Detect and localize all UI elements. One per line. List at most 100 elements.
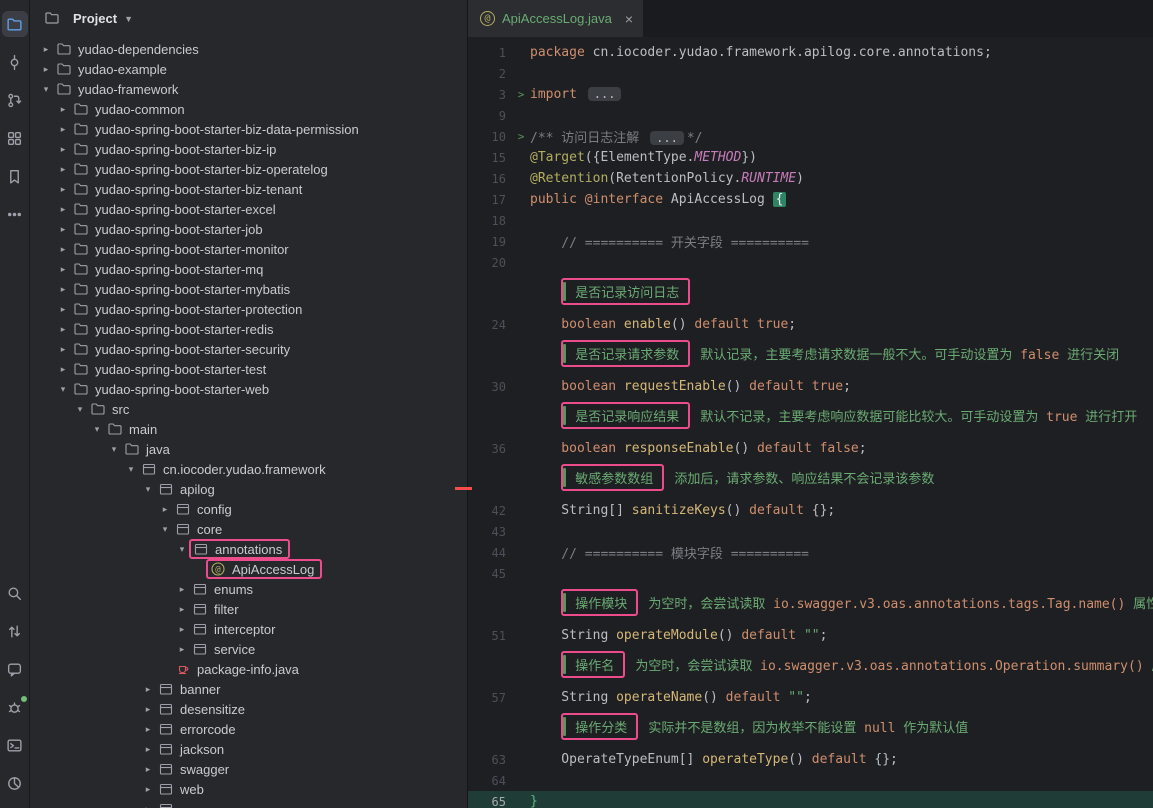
editor-tab-apiaccesslog[interactable]: @ ApiAccessLog.java × <box>468 0 643 37</box>
code-line-42[interactable]: 42 String[] sanitizeKeys() default {}; <box>468 500 1153 521</box>
chevron-expanded-icon[interactable]: ▾ <box>123 464 139 475</box>
chevron-collapsed-icon[interactable]: ▸ <box>55 184 71 195</box>
code-line-43[interactable]: 43 <box>468 521 1153 542</box>
tree-item-src[interactable]: ▾src <box>30 399 467 419</box>
more-tool-icon[interactable] <box>2 201 28 227</box>
code-line-36[interactable]: 36 boolean responseEnable() default fals… <box>468 438 1153 459</box>
tree-item-service[interactable]: ▸service <box>30 639 467 659</box>
chevron-collapsed-icon[interactable]: ▸ <box>55 244 71 255</box>
chevron-collapsed-icon[interactable]: ▸ <box>140 804 156 808</box>
code-line-44[interactable]: 44 // ========== 模块字段 ========== <box>468 542 1153 563</box>
chevron-expanded-icon[interactable]: ▾ <box>55 384 71 395</box>
tree-item-jackson[interactable]: ▸jackson <box>30 739 467 759</box>
chevron-collapsed-icon[interactable]: ▸ <box>174 604 190 615</box>
tree-item-enums[interactable]: ▸enums <box>30 579 467 599</box>
pull-requests-tool-icon[interactable] <box>2 87 28 113</box>
chevron-expanded-icon[interactable]: ▾ <box>174 544 190 555</box>
rendered-doc-comment[interactable]: 敏感参数数组添加后，请求参数、响应结果不会记录该参数 <box>468 464 1153 491</box>
chevron-expanded-icon[interactable]: ▾ <box>106 444 122 455</box>
tree-item-yudao-spring-boot-starter-biz-tenant[interactable]: ▸yudao-spring-boot-starter-biz-tenant <box>30 179 467 199</box>
rendered-doc-comment[interactable]: 操作分类实际并不是数组，因为枚举不能设置 null 作为默认值 <box>468 713 1153 740</box>
chevron-collapsed-icon[interactable]: ▸ <box>174 624 190 635</box>
code-line-24[interactable]: 24 boolean enable() default true; <box>468 314 1153 335</box>
tree-item-main[interactable]: ▾main <box>30 419 467 439</box>
chevron-collapsed-icon[interactable]: ▸ <box>140 704 156 715</box>
chevron-expanded-icon[interactable]: ▾ <box>89 424 105 435</box>
vcs-update-tool-icon[interactable] <box>2 618 28 644</box>
debug-tool-icon[interactable] <box>2 694 28 720</box>
code-line-1[interactable]: 1package cn.iocoder.yudao.framework.apil… <box>468 42 1153 63</box>
chevron-collapsed-icon[interactable]: ▸ <box>55 324 71 335</box>
tree-item-cutoff[interactable]: ▸ <box>30 799 467 808</box>
tree-item-package-info.java[interactable]: package-info.java <box>30 659 467 679</box>
chevron-collapsed-icon[interactable]: ▸ <box>38 64 54 75</box>
chevron-collapsed-icon[interactable]: ▸ <box>174 584 190 595</box>
rendered-doc-comment[interactable]: 是否记录访问日志 <box>468 278 1153 305</box>
bookmarks-tool-icon[interactable] <box>2 163 28 189</box>
tree-item-desensitize[interactable]: ▸desensitize <box>30 699 467 719</box>
search-tool-icon[interactable] <box>2 580 28 606</box>
code-editor[interactable]: 1package cn.iocoder.yudao.framework.apil… <box>468 37 1153 808</box>
code-line-15[interactable]: 15@Target({ElementType.METHOD}) <box>468 147 1153 168</box>
tree-item-ApiAccessLog[interactable]: @ApiAccessLog <box>30 559 467 579</box>
code-line-17[interactable]: 17public @interface ApiAccessLog { <box>468 189 1153 210</box>
tree-item-yudao-spring-boot-starter-biz-ip[interactable]: ▸yudao-spring-boot-starter-biz-ip <box>30 139 467 159</box>
code-line-19[interactable]: 19 // ========== 开关字段 ========== <box>468 231 1153 252</box>
tree-item-cn.iocoder.yudao.framework[interactable]: ▾cn.iocoder.yudao.framework <box>30 459 467 479</box>
tree-item-yudao-example[interactable]: ▸yudao-example <box>30 59 467 79</box>
rendered-doc-comment[interactable]: 是否记录请求参数默认记录，主要考虑请求数据一般不大。可手动设置为 false 进… <box>468 340 1153 367</box>
chevron-down-icon[interactable]: ▼ <box>124 14 133 24</box>
chevron-collapsed-icon[interactable]: ▸ <box>140 764 156 775</box>
tree-item-annotations[interactable]: ▾annotations <box>30 539 467 559</box>
chevron-collapsed-icon[interactable]: ▸ <box>55 264 71 275</box>
chevron-expanded-icon[interactable]: ▾ <box>38 84 54 95</box>
tree-item-yudao-spring-boot-starter-biz-operatelog[interactable]: ▸yudao-spring-boot-starter-biz-operatelo… <box>30 159 467 179</box>
chevron-collapsed-icon[interactable]: ▸ <box>174 644 190 655</box>
tree-item-core[interactable]: ▾core <box>30 519 467 539</box>
tree-item-yudao-spring-boot-starter-web[interactable]: ▾yudao-spring-boot-starter-web <box>30 379 467 399</box>
fold-marker-icon[interactable]: > <box>512 130 530 143</box>
tree-item-yudao-framework[interactable]: ▾yudao-framework <box>30 79 467 99</box>
chevron-collapsed-icon[interactable]: ▸ <box>38 44 54 55</box>
rendered-doc-comment[interactable]: 操作名为空时，会尝试读取 io.swagger.v3.oas.annotatio… <box>468 651 1153 678</box>
tree-item-yudao-spring-boot-starter-redis[interactable]: ▸yudao-spring-boot-starter-redis <box>30 319 467 339</box>
chevron-collapsed-icon[interactable]: ▸ <box>140 784 156 795</box>
code-line-64[interactable]: 64 <box>468 770 1153 791</box>
code-line-57[interactable]: 57 String operateName() default ""; <box>468 687 1153 708</box>
ai-chat-tool-icon[interactable] <box>2 656 28 682</box>
chevron-collapsed-icon[interactable]: ▸ <box>140 744 156 755</box>
rendered-doc-comment[interactable]: 是否记录响应结果默认不记录，主要考虑响应数据可能比较大。可手动设置为 true … <box>468 402 1153 429</box>
chevron-collapsed-icon[interactable]: ▸ <box>55 144 71 155</box>
tree-item-yudao-spring-boot-starter-job[interactable]: ▸yudao-spring-boot-starter-job <box>30 219 467 239</box>
chevron-collapsed-icon[interactable]: ▸ <box>55 344 71 355</box>
tree-item-yudao-spring-boot-starter-excel[interactable]: ▸yudao-spring-boot-starter-excel <box>30 199 467 219</box>
tree-item-apilog[interactable]: ▾apilog <box>30 479 467 499</box>
tab-close-icon[interactable]: × <box>625 11 633 27</box>
code-line-30[interactable]: 30 boolean requestEnable() default true; <box>468 376 1153 397</box>
tree-item-yudao-spring-boot-starter-mq[interactable]: ▸yudao-spring-boot-starter-mq <box>30 259 467 279</box>
code-line-18[interactable]: 18 <box>468 210 1153 231</box>
project-panel-header[interactable]: Project ▼ <box>30 0 467 36</box>
tree-item-web[interactable]: ▸web <box>30 779 467 799</box>
chevron-expanded-icon[interactable]: ▾ <box>157 524 173 535</box>
code-line-45[interactable]: 45 <box>468 563 1153 584</box>
tree-item-config[interactable]: ▸config <box>30 499 467 519</box>
chevron-collapsed-icon[interactable]: ▸ <box>55 224 71 235</box>
chevron-expanded-icon[interactable]: ▾ <box>72 404 88 415</box>
profiler-tool-icon[interactable] <box>2 770 28 796</box>
code-line-16[interactable]: 16@Retention(RetentionPolicy.RUNTIME) <box>468 168 1153 189</box>
tree-item-swagger[interactable]: ▸swagger <box>30 759 467 779</box>
tree-item-java[interactable]: ▾java <box>30 439 467 459</box>
tree-item-errorcode[interactable]: ▸errorcode <box>30 719 467 739</box>
chevron-collapsed-icon[interactable]: ▸ <box>140 684 156 695</box>
chevron-collapsed-icon[interactable]: ▸ <box>55 304 71 315</box>
chevron-collapsed-icon[interactable]: ▸ <box>157 504 173 515</box>
chevron-collapsed-icon[interactable]: ▸ <box>140 724 156 735</box>
chevron-collapsed-icon[interactable]: ▸ <box>55 364 71 375</box>
chevron-collapsed-icon[interactable]: ▸ <box>55 124 71 135</box>
project-tool-icon[interactable] <box>2 11 28 37</box>
code-line-65[interactable]: 65} <box>468 791 1153 808</box>
tree-item-yudao-common[interactable]: ▸yudao-common <box>30 99 467 119</box>
code-line-10[interactable]: 10>/** 访问日志注解 ...*/ <box>468 126 1153 147</box>
code-line-51[interactable]: 51 String operateModule() default ""; <box>468 625 1153 646</box>
